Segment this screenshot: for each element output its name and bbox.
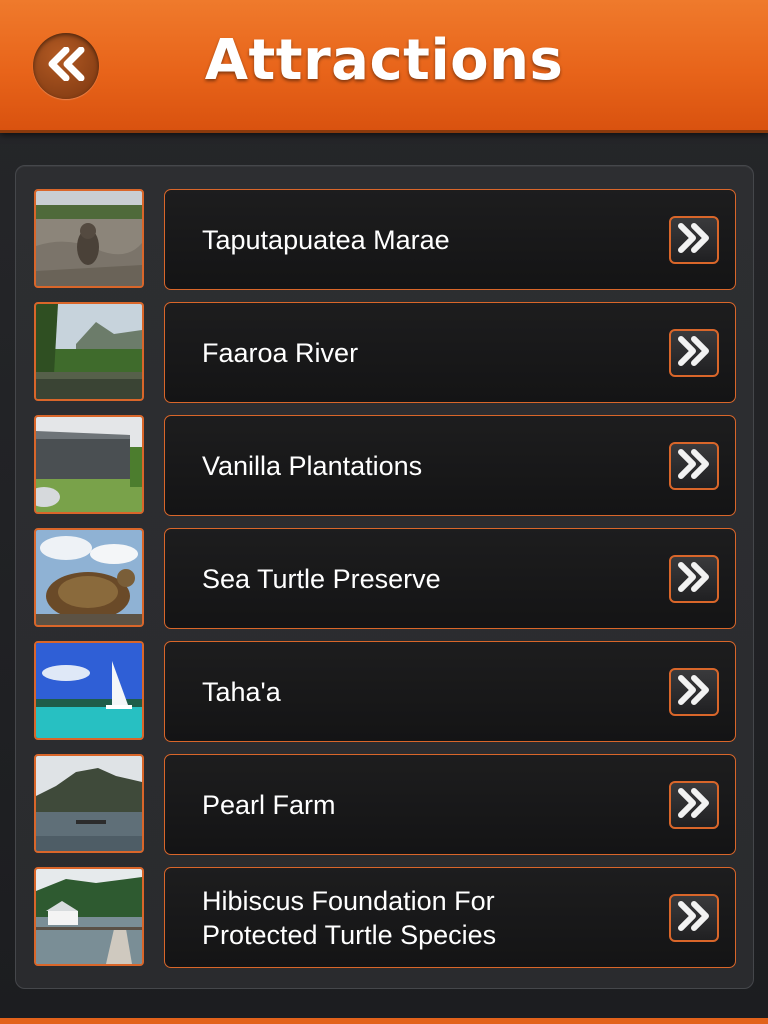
- open-item-button[interactable]: [669, 668, 719, 716]
- open-item-button[interactable]: [669, 329, 719, 377]
- list-item[interactable]: Vanilla Plantations: [16, 415, 753, 518]
- item-label: Pearl Farm: [202, 789, 336, 820]
- open-item-button[interactable]: [669, 216, 719, 264]
- list-item[interactable]: Pearl Farm: [16, 754, 753, 857]
- list-item[interactable]: Faaroa River: [16, 302, 753, 405]
- item-label: Taputapuatea Marae: [202, 224, 450, 255]
- pearl-farm-photo: [34, 754, 144, 853]
- row-button[interactable]: Sea Turtle Preserve: [164, 528, 736, 629]
- shade-house-photo: [34, 415, 144, 514]
- lagoon-sailboat-photo: [34, 641, 144, 740]
- double-chevron-right-icon: [676, 787, 712, 823]
- open-item-button[interactable]: [669, 781, 719, 829]
- double-chevron-right-icon: [676, 674, 712, 710]
- row-button[interactable]: Faaroa River: [164, 302, 736, 403]
- attractions-screen: Attractions Taputapuatea Marae Faaroa Ri…: [0, 0, 768, 1024]
- open-item-button[interactable]: [669, 894, 719, 942]
- double-chevron-right-icon: [676, 900, 712, 936]
- double-chevron-right-icon: [676, 222, 712, 258]
- list-item[interactable]: Hibiscus Foundation For Protected Turtle…: [16, 867, 753, 970]
- item-label: Taha'a: [202, 676, 281, 707]
- row-button[interactable]: Taputapuatea Marae: [164, 189, 736, 290]
- sea-turtle-photo: [34, 528, 144, 627]
- open-item-button[interactable]: [669, 442, 719, 490]
- double-chevron-right-icon: [676, 448, 712, 484]
- double-chevron-right-icon: [676, 561, 712, 597]
- item-label: Faaroa River: [202, 337, 359, 368]
- item-label: Hibiscus Foundation For Protected Turtle…: [202, 885, 497, 950]
- row-button[interactable]: Vanilla Plantations: [164, 415, 736, 516]
- stone-tiki-photo: [34, 189, 144, 288]
- item-label: Sea Turtle Preserve: [202, 563, 441, 594]
- open-item-button[interactable]: [669, 555, 719, 603]
- double-chevron-right-icon: [676, 335, 712, 371]
- overwater-dock-photo: [34, 867, 144, 966]
- row-button[interactable]: Pearl Farm: [164, 754, 736, 855]
- list-item[interactable]: Taputapuatea Marae: [16, 189, 753, 292]
- river-mountain-photo: [34, 302, 144, 401]
- row-button[interactable]: Taha'a: [164, 641, 736, 742]
- list-item[interactable]: Sea Turtle Preserve: [16, 528, 753, 631]
- page-title: Attractions: [204, 28, 564, 93]
- attractions-list: Taputapuatea Marae Faaroa River Vanilla …: [15, 165, 754, 989]
- item-label: Vanilla Plantations: [202, 450, 423, 481]
- header-bar: Attractions: [0, 0, 768, 133]
- list-item[interactable]: Taha'a: [16, 641, 753, 744]
- row-button[interactable]: Hibiscus Foundation For Protected Turtle…: [164, 867, 736, 968]
- bottom-accent-bar: [0, 1018, 768, 1024]
